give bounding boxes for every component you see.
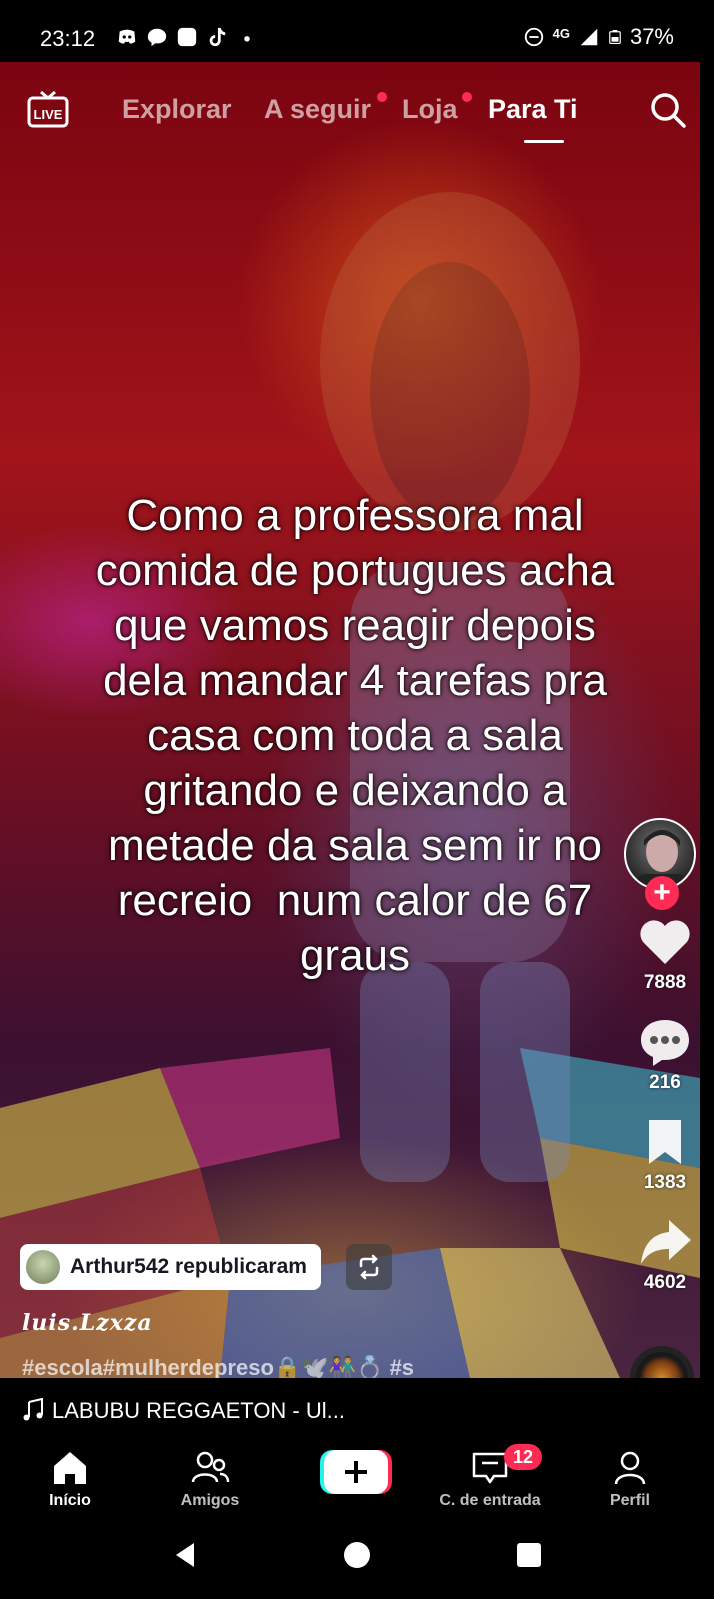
nav-inicio[interactable]: Início <box>10 1448 130 1510</box>
reposter-avatar <box>26 1250 60 1284</box>
nav-label: Início <box>49 1492 91 1509</box>
tiktok-icon <box>209 27 226 47</box>
tab-loja[interactable]: Loja <box>402 94 458 125</box>
top-nav: LIVE Explorar A seguir Loja Para Ti <box>0 80 700 150</box>
repost-text: Arthur542 republicaram <box>70 1255 307 1278</box>
heart-icon <box>640 920 690 964</box>
notification-icons <box>116 26 258 48</box>
add-icon[interactable] <box>320 1448 392 1496</box>
caption-line: casa com toda a sala <box>147 711 563 760</box>
music-bar[interactable]: LABUBU REGGAETON - Ul... <box>0 1378 700 1440</box>
tab-a-seguir[interactable]: A seguir <box>264 94 371 125</box>
live-icon[interactable]: LIVE <box>26 90 70 130</box>
status-right: 4G 37% <box>523 24 674 50</box>
nav-amigos[interactable]: Amigos <box>150 1448 270 1510</box>
caption-line: gritando e deixando a <box>143 766 567 815</box>
loja-notification-dot <box>462 92 472 102</box>
like-count: 7888 <box>643 972 687 993</box>
network-type: 4G <box>552 25 570 41</box>
battery-level: 37% <box>629 24 674 49</box>
caption-line: que vamos reagir depois <box>114 601 596 650</box>
profile-icon <box>614 1451 646 1485</box>
live-label: LIVE <box>34 107 63 122</box>
discord-icon <box>118 29 136 44</box>
caption-line: comida de portugues acha <box>95 546 615 595</box>
like-button[interactable]: 7888 <box>620 916 710 994</box>
back-icon[interactable] <box>170 1540 200 1570</box>
recents-icon[interactable] <box>514 1540 544 1570</box>
comment-button[interactable]: 216 <box>620 1016 710 1094</box>
home-circle-icon[interactable] <box>342 1540 372 1570</box>
a-seguir-notification-dot <box>377 92 387 102</box>
square-app-icon <box>177 27 197 47</box>
share-arrow-icon <box>641 1220 691 1264</box>
share-count: 4602 <box>643 1272 687 1293</box>
music-title: LABUBU REGGAETON - Ul... <box>52 1398 345 1423</box>
comment-icon <box>641 1020 689 1066</box>
inbox-badge: 12 <box>504 1444 542 1470</box>
nav-perfil[interactable]: Perfil <box>570 1448 690 1510</box>
search-icon[interactable] <box>648 90 688 130</box>
caption-line: dela mandar 4 tarefas pra <box>103 656 607 705</box>
repost-button[interactable] <box>346 1244 392 1290</box>
signal-icon <box>580 28 598 46</box>
dot-icon <box>244 36 250 42</box>
system-nav-bar <box>0 1516 714 1599</box>
author-name[interactable]: luis.Lzxza <box>22 1310 153 1336</box>
save-count: 1383 <box>643 1172 687 1193</box>
tab-explorar[interactable]: Explorar <box>122 94 232 125</box>
save-button[interactable]: 1383 <box>620 1116 710 1194</box>
nav-label: Perfil <box>609 1492 650 1509</box>
friends-icon <box>191 1451 230 1483</box>
share-button[interactable]: 4602 <box>620 1216 710 1294</box>
comment-count: 216 <box>649 1072 681 1093</box>
battery-icon <box>609 30 621 44</box>
follow-button[interactable]: + <box>645 876 679 910</box>
status-time: 23:12 <box>40 26 96 51</box>
music-note-icon <box>23 1398 43 1421</box>
do-not-disturb-icon <box>524 27 543 47</box>
repost-icon <box>359 1254 379 1280</box>
caption-line: metade da sala sem ir no <box>107 821 603 870</box>
repost-chip[interactable]: Arthur542 republicaram <box>20 1244 321 1290</box>
messenger-icon <box>147 28 167 47</box>
active-tab-indicator <box>524 140 564 143</box>
caption-line: Como a professora mal <box>126 491 584 540</box>
status-bar: 23:12 4G 37% <box>0 0 714 62</box>
caption-line: graus <box>299 931 411 980</box>
tab-para-ti[interactable]: Para Ti <box>488 94 578 125</box>
bottom-nav: Início Amigos C. de entrada 12 Perfil <box>0 1440 714 1516</box>
nav-label: Amigos <box>180 1492 240 1509</box>
video-caption-overlay: Como a professora mal comida de portugue… <box>60 488 650 983</box>
caption-line: recreio num calor de 67 <box>117 876 593 925</box>
bookmark-icon <box>649 1120 681 1164</box>
nav-label: C. de entrada <box>439 1492 541 1509</box>
home-icon <box>54 1452 86 1484</box>
